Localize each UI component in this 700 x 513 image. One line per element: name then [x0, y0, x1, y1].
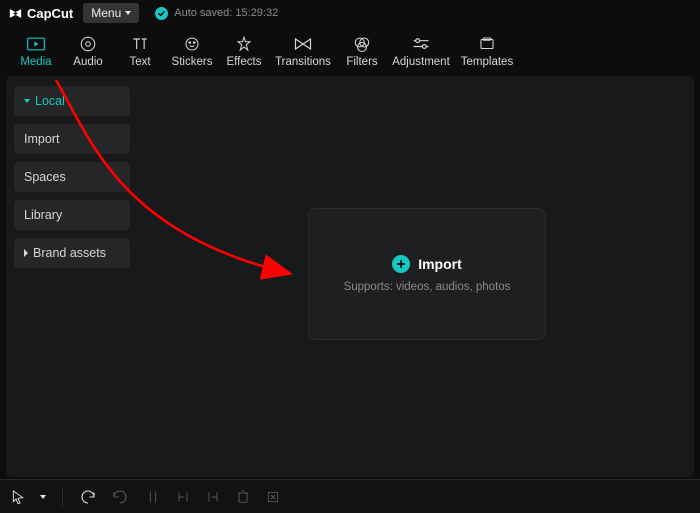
media-icon: [26, 35, 46, 53]
chevron-down-icon: [24, 99, 30, 103]
capcut-logo-icon: [8, 6, 23, 21]
effects-icon: [235, 35, 253, 53]
main-panel: Local Import Spaces Library Brand assets…: [6, 76, 694, 477]
separator: [62, 488, 63, 506]
delete-tool[interactable]: [235, 489, 251, 505]
tab-label: Audio: [73, 56, 102, 68]
import-dropzone[interactable]: Import Supports: videos, audios, photos: [308, 208, 546, 340]
sidebar-item-label: Library: [24, 208, 62, 222]
undo-button[interactable]: [79, 489, 97, 505]
adjustment-icon: [411, 35, 431, 53]
tab-label: Media: [20, 56, 51, 68]
cursor-tool[interactable]: [10, 489, 26, 505]
templates-icon: [478, 35, 496, 53]
import-subtitle: Supports: videos, audios, photos: [344, 281, 511, 293]
stickers-icon: [183, 35, 201, 53]
tab-label: Effects: [227, 56, 262, 68]
tab-media[interactable]: Media: [10, 27, 62, 75]
tab-audio[interactable]: Audio: [62, 27, 114, 75]
chevron-down-icon: [125, 11, 131, 15]
sidebar-item-library[interactable]: Library: [14, 200, 130, 230]
trim-right-tool[interactable]: [205, 489, 221, 505]
tab-label: Transitions: [275, 56, 331, 68]
media-content: Import Supports: videos, audios, photos: [138, 76, 694, 477]
sidebar-item-label: Import: [24, 132, 59, 146]
plus-circle-icon: [392, 255, 410, 273]
app-logo: CapCut: [8, 6, 73, 21]
sidebar-item-label: Brand assets: [33, 246, 106, 260]
sidebar-item-local[interactable]: Local: [14, 86, 130, 116]
text-icon: [130, 35, 150, 53]
tab-label: Adjustment: [392, 56, 450, 68]
menu-button-label: Menu: [91, 6, 121, 20]
trim-left-tool[interactable]: [175, 489, 191, 505]
check-circle-icon: [155, 7, 168, 20]
tab-label: Text: [129, 56, 150, 68]
audio-icon: [79, 35, 97, 53]
bottom-toolbar: [0, 479, 700, 513]
sidebar-item-label: Spaces: [24, 170, 66, 184]
sidebar-item-import[interactable]: Import: [14, 124, 130, 154]
cursor-tool-dropdown[interactable]: [40, 495, 46, 499]
media-sidebar: Local Import Spaces Library Brand assets: [6, 76, 138, 477]
chevron-down-icon: [40, 495, 46, 499]
brand-name: CapCut: [27, 6, 73, 21]
tool-tabs: Media Audio Text Stickers Effects Transi…: [0, 26, 700, 76]
tab-adjustment[interactable]: Adjustment: [388, 27, 454, 75]
redo-button[interactable]: [111, 489, 129, 505]
title-bar: CapCut Menu Auto saved: 15:29:32: [0, 0, 700, 26]
tab-label: Templates: [461, 56, 513, 68]
import-row: Import: [392, 255, 462, 273]
autosave-text: Auto saved: 15:29:32: [174, 7, 278, 19]
tab-stickers[interactable]: Stickers: [166, 27, 218, 75]
transitions-icon: [293, 35, 313, 53]
split-tool[interactable]: [145, 489, 161, 505]
sidebar-item-brand-assets[interactable]: Brand assets: [14, 238, 130, 268]
tab-transitions[interactable]: Transitions: [270, 27, 336, 75]
chevron-right-icon: [24, 249, 28, 257]
menu-button[interactable]: Menu: [83, 3, 139, 23]
filters-icon: [353, 35, 371, 53]
autosave-status: Auto saved: 15:29:32: [155, 7, 278, 20]
tab-label: Stickers: [172, 56, 213, 68]
tab-effects[interactable]: Effects: [218, 27, 270, 75]
crop-tool[interactable]: [265, 489, 281, 505]
sidebar-item-label: Local: [35, 94, 65, 108]
tab-label: Filters: [346, 56, 377, 68]
import-title: Import: [418, 256, 462, 272]
sidebar-item-spaces[interactable]: Spaces: [14, 162, 130, 192]
tab-templates[interactable]: Templates: [454, 27, 520, 75]
tab-text[interactable]: Text: [114, 27, 166, 75]
tab-filters[interactable]: Filters: [336, 27, 388, 75]
